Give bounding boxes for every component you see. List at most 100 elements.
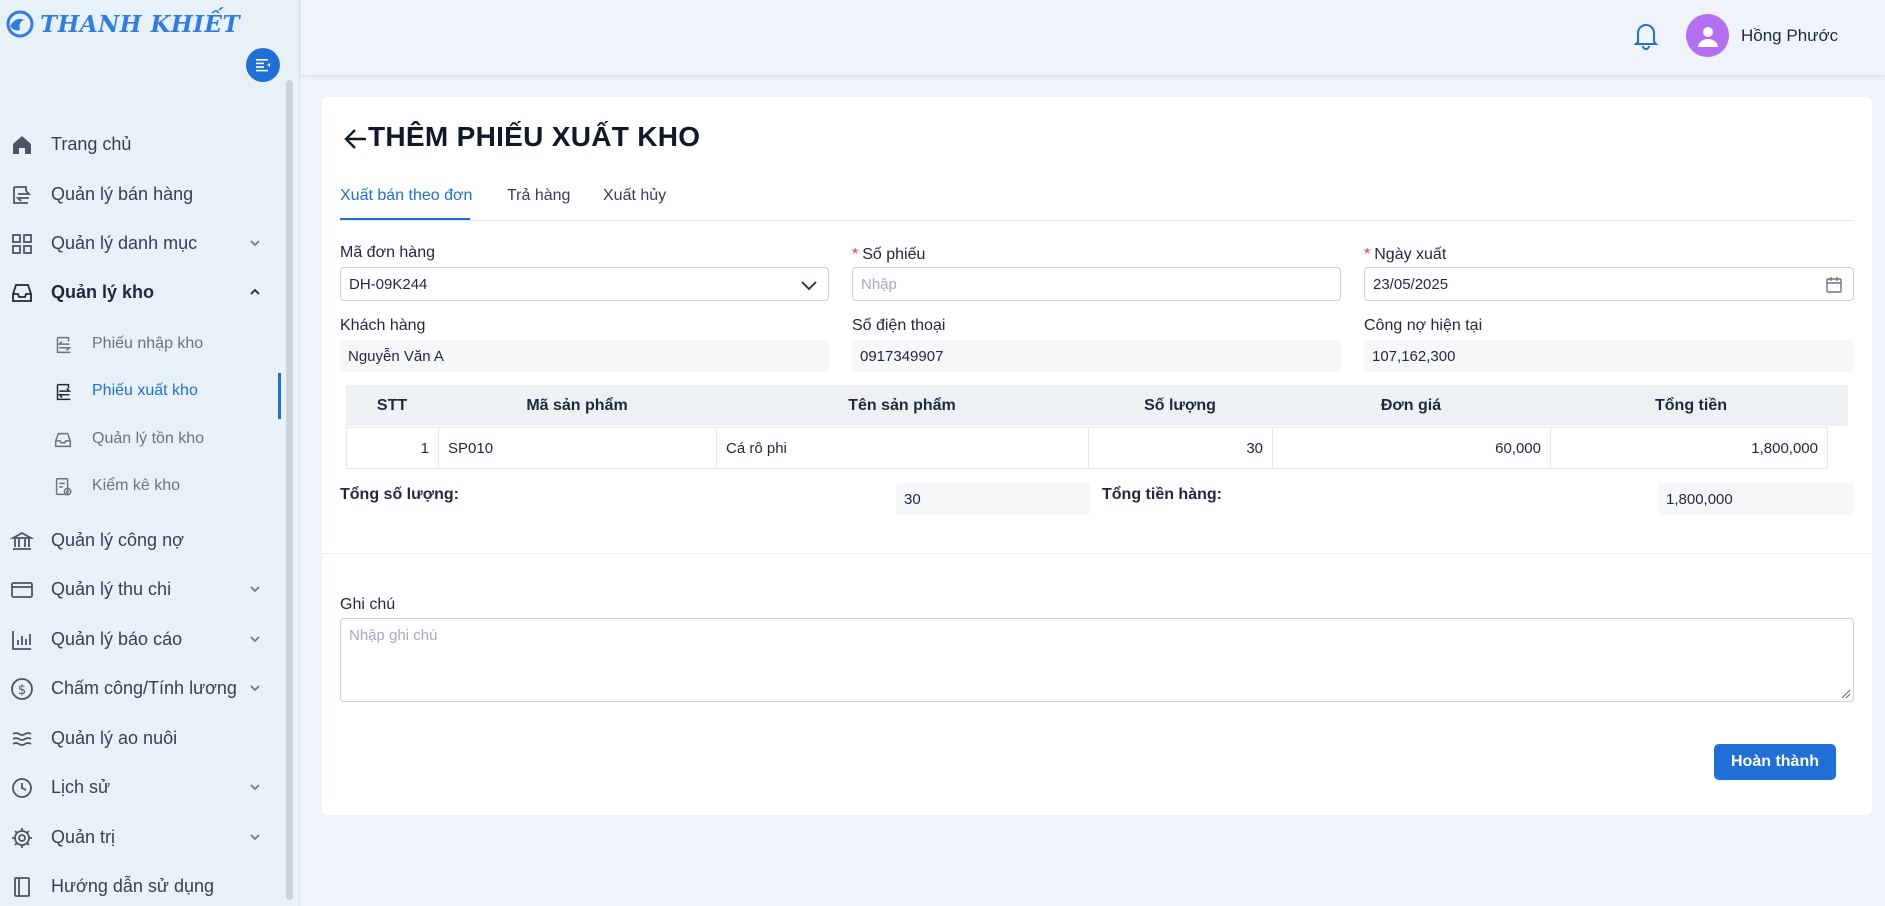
active-tab-indicator: [340, 218, 470, 220]
cell-unit-price: 60,000: [1272, 427, 1551, 469]
main-card: THÊM PHIẾU XUẤT KHO Xuất bán theo đơn Tr…: [322, 97, 1872, 815]
sidebar-item-label: Quản lý bán hàng: [51, 183, 194, 204]
sidebar-item-payroll[interactable]: $ Chấm công/Tính lương: [0, 668, 284, 708]
avatar[interactable]: [1686, 14, 1729, 57]
sales-transfer-icon: [13, 186, 32, 204]
sidebar-subitem-inventory[interactable]: Quản lý tồn kho: [0, 421, 284, 459]
column-header: Tên sản phẩm: [848, 397, 956, 414]
import-slip-icon: [56, 336, 72, 354]
cell-product-name: Cá rô phi: [716, 427, 1089, 469]
slip-number-input[interactable]: Nhập: [852, 267, 1341, 301]
sidebar-item-home[interactable]: Trang chủ: [0, 124, 284, 164]
menu-collapse-icon: [256, 59, 270, 72]
slip-number-label: * Số phiếu: [852, 246, 925, 264]
chevron-down-icon: [250, 586, 260, 593]
chevron-down-icon: [250, 240, 260, 247]
sidebar-item-label: Chấm công/Tính lương: [51, 677, 237, 698]
sidebar-item-ponds[interactable]: Quản lý ao nuôi: [0, 718, 284, 758]
cell-product-code: SP010: [438, 427, 717, 469]
required-asterisk: *: [852, 246, 859, 263]
sidebar-item-guide[interactable]: Hướng dẫn sử dụng: [0, 866, 284, 906]
tab-sale-by-order[interactable]: Xuất bán theo đơn: [340, 187, 472, 205]
sidebar-subitem-label: Kiểm kê kho: [92, 477, 181, 494]
phone-label: Số điện thoại: [852, 317, 946, 334]
sidebar-item-label: Quản lý thu chi: [51, 578, 172, 599]
username[interactable]: Hồng Phước: [1741, 26, 1838, 46]
sidebar-item-debt[interactable]: Quản lý công nợ: [0, 520, 284, 560]
brand-logo[interactable]: THANH KHIẾT: [6, 10, 240, 38]
sidebar-subitem-stocktake[interactable]: Kiểm kê kho: [0, 468, 284, 506]
sidebar-item-label: Quản lý danh mục: [51, 232, 198, 253]
sidebar-subitem-export-slip[interactable]: Phiếu xuất kho: [0, 373, 284, 419]
sidebar: THANH KHIẾT Trang chủ Quản lý bán hàng Q…: [0, 0, 300, 906]
bank-icon: [10, 531, 34, 550]
note-placeholder: Nhập ghi chú: [349, 627, 438, 644]
sidebar-item-label: Quản lý công nợ: [51, 529, 184, 550]
tab-disposal[interactable]: Xuất hủy: [603, 187, 666, 205]
brand-name: THANH KHIẾT: [40, 10, 241, 38]
gear-icon: [12, 828, 32, 848]
sidebar-item-label: Hướng dẫn sử dụng: [51, 875, 215, 896]
sidebar-item-reports[interactable]: Quản lý báo cáo: [0, 619, 284, 659]
complete-button[interactable]: Hoàn thành: [1714, 744, 1836, 780]
user-icon: [1697, 26, 1718, 47]
order-code-value: DH-09K244: [349, 275, 428, 293]
current-debt-value: 107,162,300: [1364, 340, 1854, 372]
book-icon: [14, 877, 30, 897]
column-header: Đơn giá: [1380, 397, 1442, 414]
resize-handle-icon[interactable]: [1841, 689, 1851, 699]
chevron-up-icon: [250, 288, 260, 295]
cell-quantity: 30: [1088, 427, 1273, 469]
order-code-label: Mã đơn hàng: [340, 244, 435, 261]
chevron-down-icon: [801, 281, 817, 291]
sidebar-item-label: Trang chủ: [51, 133, 132, 154]
phone-value: 0917349907: [852, 340, 1341, 372]
tab-return[interactable]: Trả hàng: [507, 187, 570, 205]
wave-logo-icon: [6, 10, 34, 38]
sidebar-subitem-label: Quản lý tồn kho: [92, 430, 205, 447]
sidebar-item-admin[interactable]: Quản trị: [0, 817, 284, 857]
collapse-sidebar-button[interactable]: [246, 48, 280, 82]
sidebar-item-label: Lịch sử: [51, 776, 111, 797]
chevron-down-icon: [250, 636, 260, 643]
current-debt-label: Công nợ hiện tại: [1364, 317, 1483, 334]
sidebar-item-warehouse[interactable]: Quản lý kho: [0, 272, 284, 312]
sidebar-item-history[interactable]: Lịch sử: [0, 767, 284, 807]
sidebar-item-label: Quản lý báo cáo: [51, 628, 183, 649]
sidebar-item-sales[interactable]: Quản lý bán hàng: [0, 174, 284, 214]
inbox-icon: [54, 432, 72, 448]
sidebar-item-cashflow[interactable]: Quản lý thu chi: [0, 569, 284, 609]
sidebar-subitem-import-slip[interactable]: Phiếu nhập kho: [0, 326, 284, 364]
calendar-icon: [1826, 277, 1842, 293]
sidebar-item-label: Quản lý ao nuôi: [51, 727, 178, 748]
sidebar-subitem-label: Phiếu nhập kho: [92, 335, 204, 352]
inbox-icon: [12, 284, 32, 302]
bell-icon[interactable]: [1632, 20, 1660, 50]
table-header: STT Mã sản phẩm Tên sản phẩm Số lượng Đơ…: [346, 385, 1848, 426]
export-date-label-text: Ngày xuất: [1374, 246, 1447, 263]
total-amount-label: Tổng tiền hàng:: [1102, 486, 1222, 503]
grid-icon: [12, 234, 32, 254]
note-label: Ghi chú: [340, 596, 396, 613]
dollar-circle-icon: $: [11, 678, 33, 700]
chevron-down-icon: [250, 685, 260, 692]
column-header: STT: [376, 397, 408, 414]
bar-chart-icon: [12, 631, 31, 650]
export-date-picker[interactable]: 23/05/2025: [1364, 267, 1854, 301]
sidebar-item-catalog[interactable]: Quản lý danh mục: [0, 223, 284, 263]
order-code-select[interactable]: DH-09K244: [340, 267, 829, 301]
cell-total: 1,800,000: [1550, 427, 1828, 469]
sidebar-subitem-label: Phiếu xuất kho: [92, 382, 198, 399]
table-row[interactable]: 1 SP010 Cá rô phi 30 60,000 1,800,000: [346, 427, 1832, 469]
note-textarea[interactable]: Nhập ghi chú: [340, 618, 1854, 702]
top-header: Hồng Phước: [301, 0, 1885, 75]
back-arrow-icon[interactable]: [342, 125, 370, 153]
export-slip-icon: [56, 383, 72, 401]
sidebar-scrollbar[interactable]: [286, 80, 293, 900]
svg-text:$: $: [18, 683, 26, 698]
sidebar-item-label: Quản lý kho: [51, 281, 155, 302]
export-date-label: * Ngày xuất: [1364, 246, 1446, 264]
column-header: Tổng tiền: [1655, 397, 1727, 414]
slip-number-label-text: Số phiếu: [862, 246, 926, 263]
page-title: THÊM PHIẾU XUẤT KHO: [368, 121, 701, 152]
